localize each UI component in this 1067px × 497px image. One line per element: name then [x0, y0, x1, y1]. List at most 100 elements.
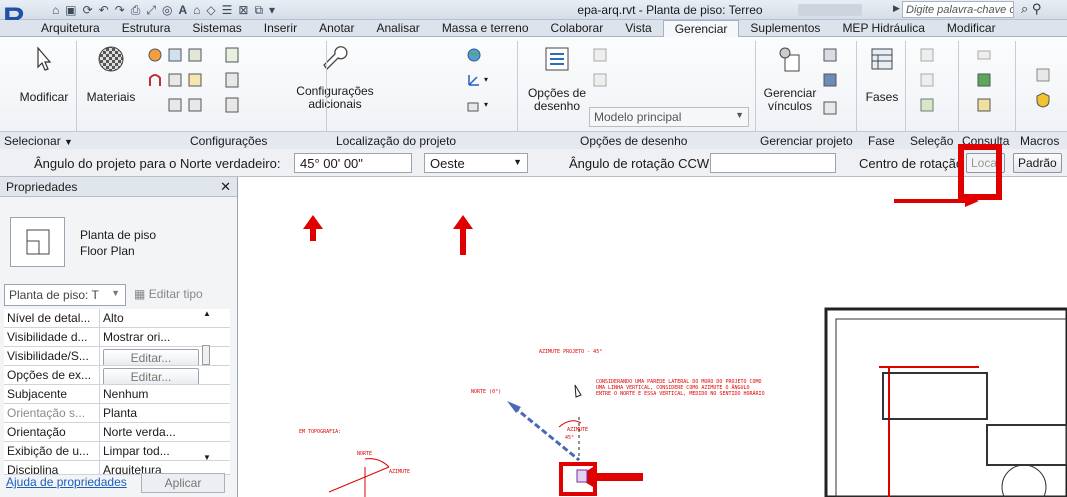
measure-icon[interactable]: ⤢	[146, 3, 156, 18]
location-globe-icon[interactable]	[466, 47, 482, 63]
property-row[interactable]: Nível de detal... Alto	[4, 309, 230, 328]
query-icon[interactable]	[976, 97, 992, 113]
pick-to-edit-icon[interactable]	[592, 72, 608, 88]
purge-icon[interactable]	[187, 97, 203, 113]
tab-estrutura[interactable]: Estrutura	[111, 20, 182, 37]
global-params-icon[interactable]	[187, 72, 203, 88]
thin-lines-icon[interactable]: ☰	[222, 3, 233, 17]
project-info-icon[interactable]	[187, 47, 203, 63]
structural-settings-icon[interactable]	[224, 72, 240, 88]
transfer-standards-icon[interactable]	[167, 97, 183, 113]
tag-icon[interactable]: ◎	[162, 3, 172, 17]
close-hidden-icon[interactable]: ⊠	[238, 3, 248, 17]
manage-images-icon[interactable]	[822, 47, 838, 63]
tab-arquitetura[interactable]: Arquitetura	[30, 20, 111, 37]
property-value[interactable]: Mostrar ori...	[100, 328, 204, 346]
edit-display-options-button[interactable]: Editar...	[103, 368, 199, 384]
customize-qat-icon[interactable]: ▾	[269, 3, 275, 17]
redo-icon[interactable]: ↷	[115, 3, 125, 17]
section-icon[interactable]: ◇	[206, 3, 215, 17]
select-edit-icon[interactable]	[919, 97, 935, 113]
property-row[interactable]: Visibilidade d... Mostrar ori...	[4, 328, 230, 347]
binoculars-icon[interactable]: ⌕ ⚲	[1021, 1, 1041, 17]
property-row[interactable]: Opções de ex... Editar...	[4, 366, 230, 385]
select-load-icon[interactable]	[919, 72, 935, 88]
phases-button[interactable]: Fases	[862, 45, 902, 104]
decal-types-icon[interactable]	[822, 100, 838, 116]
property-value[interactable]: Norte verda...	[100, 423, 204, 441]
coordinates-dropdown-icon[interactable]: ▾	[484, 75, 488, 84]
macro-manager-icon[interactable]	[1035, 67, 1051, 83]
property-value[interactable]: Nenhum	[100, 385, 204, 403]
tab-inserir[interactable]: Inserir	[253, 20, 308, 37]
property-row[interactable]: Orientação Norte verda...	[4, 423, 230, 442]
macro-security-icon[interactable]	[1035, 92, 1051, 108]
tab-gerenciar[interactable]: Gerenciar	[662, 20, 740, 37]
default-button[interactable]: Padrão	[1013, 153, 1062, 173]
instance-type-select[interactable]: Planta de piso: T ▼	[4, 284, 126, 306]
tab-colaborar[interactable]: Colaborar	[540, 20, 615, 37]
project-units-icon[interactable]	[224, 47, 240, 63]
warnings-icon[interactable]	[976, 72, 992, 88]
close-icon[interactable]: ✕	[220, 179, 231, 195]
edit-visibility-button[interactable]: Editar...	[103, 349, 199, 365]
tab-analisar[interactable]: Analisar	[365, 20, 430, 37]
add-to-set-icon[interactable]	[592, 47, 608, 63]
tab-sistemas[interactable]: Sistemas	[181, 20, 252, 37]
modify-button[interactable]: Modificar	[14, 45, 74, 104]
additional-settings-button[interactable]: Configurações adicionais	[285, 45, 385, 111]
property-value[interactable]: Planta	[100, 404, 204, 422]
3d-view-icon[interactable]: ⌂	[193, 3, 200, 17]
scroll-up-icon[interactable]: ▲	[203, 309, 211, 318]
property-row[interactable]: Visibilidade/S... Editar...	[4, 347, 230, 366]
type-name-line2: Floor Plan	[80, 244, 135, 258]
direction-select[interactable]: Oeste ▼	[424, 153, 528, 173]
angle-input[interactable]: 45° 00' 00"	[294, 153, 412, 173]
mep-settings-icon[interactable]	[224, 97, 240, 113]
materials-button[interactable]: Materiais	[80, 45, 142, 104]
tab-mep-hidraulica[interactable]: MEP Hidráulica	[831, 20, 935, 37]
properties-help-link[interactable]: Ajuda de propriedades	[6, 475, 127, 489]
scroll-thumb[interactable]	[202, 345, 210, 365]
print-icon[interactable]: ⎙	[131, 3, 141, 18]
properties-scrollbar[interactable]: ▲ ▼	[200, 309, 226, 465]
open-icon[interactable]: ⌂	[52, 3, 59, 17]
starting-view-icon[interactable]	[822, 72, 838, 88]
sync-icon[interactable]: ⟳	[83, 3, 93, 17]
ids-icon[interactable]	[976, 47, 992, 63]
switch-windows-icon[interactable]: ⧉	[254, 3, 263, 18]
tab-anotar[interactable]: Anotar	[308, 20, 365, 37]
drawing-canvas[interactable]: AZIMUTE PROJETO - 45° CONSIDERANDO UMA P…	[239, 177, 1067, 497]
tab-vista[interactable]: Vista	[614, 20, 662, 37]
property-value[interactable]: Alto	[100, 309, 204, 327]
project-parameters-icon[interactable]	[147, 72, 163, 88]
design-option-select[interactable]: Modelo principal ▼	[589, 107, 749, 127]
tab-suplementos[interactable]: Suplementos	[739, 20, 831, 37]
position-dropdown-icon[interactable]: ▾	[484, 100, 488, 109]
panel-selecionar[interactable]: Selecionar ▼	[4, 134, 73, 148]
select-by-id-icon[interactable]	[919, 47, 935, 63]
object-styles-icon[interactable]	[147, 47, 163, 63]
tab-massa-terreno[interactable]: Massa e terreno	[431, 20, 540, 37]
help-search-input[interactable]: Digite palavra-chave ou frase	[902, 1, 1014, 18]
manage-links-button[interactable]: Gerenciar vínculos	[762, 45, 818, 113]
snaps-icon[interactable]	[167, 47, 183, 63]
coordinates-icon[interactable]	[466, 72, 482, 88]
undo-icon[interactable]: ↶	[99, 3, 109, 17]
design-options-button[interactable]: Opções de desenho	[526, 45, 588, 113]
scroll-down-icon[interactable]: ▼	[203, 453, 211, 462]
property-row[interactable]: Orientação s... Planta	[4, 404, 230, 423]
azimuth-angle-label: 45°	[565, 435, 575, 441]
save-icon[interactable]: ▣	[65, 3, 76, 17]
shared-params-icon[interactable]	[167, 72, 183, 88]
apply-button[interactable]: Aplicar	[141, 473, 225, 493]
property-row[interactable]: Subjacente Nenhum	[4, 385, 230, 404]
search-expand-icon[interactable]: ▶	[893, 3, 900, 14]
property-value[interactable]: Limpar tod...	[100, 442, 204, 460]
rotation-input[interactable]	[710, 153, 836, 173]
tab-modificar[interactable]: Modificar	[936, 20, 1007, 37]
property-row[interactable]: Exibição de u... Limpar tod...	[4, 442, 230, 461]
text-icon[interactable]: A	[178, 3, 187, 17]
edit-type-button[interactable]: ▦ Editar tipo	[134, 287, 203, 301]
position-icon[interactable]	[466, 97, 482, 113]
